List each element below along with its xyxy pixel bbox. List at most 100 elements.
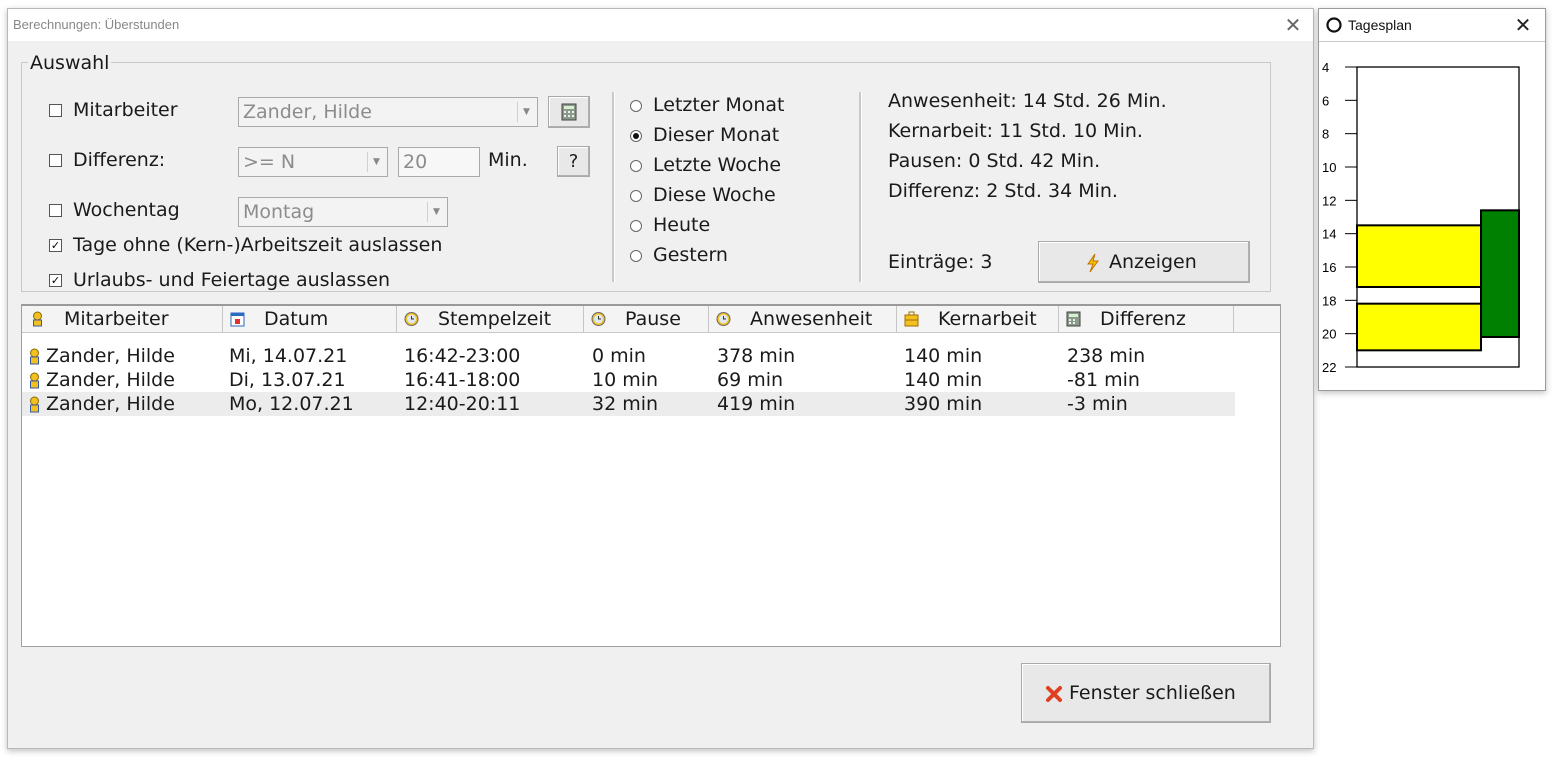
cell-datum: Mo, 12.07.21 (229, 393, 354, 415)
cell-datum: Mi, 14.07.21 (229, 345, 348, 367)
close-icon[interactable]: ✕ (1280, 12, 1306, 38)
attendance-block (1356, 224, 1482, 288)
close-window-button-label: Fenster schließen (1069, 682, 1236, 704)
radio-heute[interactable] (630, 220, 642, 232)
briefcase-icon (904, 311, 919, 327)
close-icon[interactable]: ✕ (1511, 12, 1535, 38)
column-header-label: Anwesenheit (750, 308, 873, 330)
chevron-down-icon[interactable]: ▼ (517, 102, 535, 122)
differenz-operator-value: >= N (243, 151, 296, 173)
radio-gestern[interactable] (630, 250, 642, 262)
attendance-block (1356, 302, 1482, 352)
column-header-anwesenheit[interactable]: Anwesenheit (708, 306, 897, 332)
clock-icon (716, 312, 731, 326)
column-header-stempelzeit[interactable]: Stempelzeit (396, 306, 584, 332)
hour-tick-label: 18 (1322, 293, 1336, 308)
circle-icon (1326, 17, 1342, 33)
differenz-checkbox[interactable] (49, 154, 62, 167)
calculator-icon (561, 103, 577, 121)
summary-anwesenheit: Anwesenheit: 14 Std. 26 Min. (888, 90, 1167, 112)
column-header-differenz[interactable]: Differenz (1058, 306, 1234, 332)
clock-icon (404, 312, 419, 326)
column-header-label: Mitarbeiter (64, 308, 169, 330)
radio-diese-woche[interactable] (630, 190, 642, 202)
radio-dieser-monat[interactable] (630, 130, 642, 142)
cell-mitarbeiter: Zander, Hilde (46, 345, 175, 367)
separator (859, 92, 862, 282)
calendar-icon (230, 312, 245, 327)
wochentag-label: Wochentag (73, 199, 180, 221)
cell-differenz: 238 min (1067, 345, 1146, 367)
person-icon (33, 311, 42, 327)
hour-tick-label: 16 (1322, 260, 1336, 275)
clock-icon (591, 312, 606, 326)
tagesplan-title: Tagesplan (1348, 17, 1412, 33)
chevron-down-icon[interactable]: ▼ (367, 152, 385, 172)
table-row[interactable]: Zander, Hilde Mo, 12.07.21 12:40-20:11 3… (22, 392, 1235, 416)
close-window-button[interactable]: Fenster schließen (1021, 663, 1271, 723)
tagesplan-window: Tagesplan ✕ 4 6 8 10 12 14 16 18 20 22 (1318, 8, 1546, 391)
cell-kernarbeit: 390 min (904, 393, 983, 415)
hour-tick-label: 8 (1322, 127, 1329, 142)
cell-differenz: -81 min (1067, 369, 1140, 391)
skip-holidays-checkbox[interactable]: ✓ (49, 274, 62, 287)
wochentag-select[interactable]: Montag ▼ (238, 197, 448, 227)
show-button[interactable]: Anzeigen (1038, 241, 1250, 283)
cell-kernarbeit: 140 min (904, 369, 983, 391)
radio-letzte-woche[interactable] (630, 160, 642, 172)
radio-label-heute: Heute (653, 214, 711, 236)
cell-differenz: -3 min (1067, 393, 1128, 415)
selection-group-label: Auswahl (28, 52, 112, 74)
minutes-unit-label: Min. (488, 149, 528, 171)
mitarbeiter-select[interactable]: Zander, Hilde ▼ (238, 97, 538, 127)
table-row[interactable]: Zander, Hilde Mi, 14.07.21 16:42-23:00 0… (22, 344, 1235, 368)
radio-label-gestern: Gestern (653, 244, 728, 266)
column-header-pause[interactable]: Pause (583, 306, 709, 332)
column-header-label: Stempelzeit (438, 308, 552, 330)
differenz-label: Differenz: (73, 149, 166, 171)
results-table: Mitarbeiter Datum Stempelzeit Pause Anwe… (21, 304, 1281, 647)
title-bar: Berechnungen: Überstunden ✕ (8, 9, 1313, 41)
calculator-icon (1066, 311, 1081, 327)
radio-label-letzter-monat: Letzter Monat (653, 94, 785, 116)
person-icon (30, 348, 39, 365)
calculator-button[interactable] (548, 96, 590, 128)
column-header-kernarbeit[interactable]: Kernarbeit (896, 306, 1059, 332)
red-x-icon (1046, 686, 1062, 702)
wochentag-checkbox[interactable] (49, 204, 62, 217)
radio-label-letzte-woche: Letzte Woche (653, 154, 782, 176)
separator (612, 92, 615, 282)
differenz-minutes-input[interactable]: 20 (398, 147, 480, 177)
radio-letzter-monat[interactable] (630, 100, 642, 112)
table-row[interactable]: Zander, Hilde Di, 13.07.21 16:41-18:00 1… (22, 368, 1235, 392)
hour-tick-label: 10 (1322, 160, 1336, 175)
mitarbeiter-label: Mitarbeiter (73, 99, 178, 121)
hour-tick-label: 20 (1322, 327, 1336, 342)
skip-no-work-checkbox[interactable]: ✓ (49, 239, 62, 252)
hour-tick-label: 12 (1322, 193, 1336, 208)
day-plan-chart: 4 6 8 10 12 14 16 18 20 22 (1322, 60, 1520, 375)
table-header: Mitarbeiter Datum Stempelzeit Pause Anwe… (22, 306, 1280, 333)
mitarbeiter-select-value: Zander, Hilde (243, 101, 372, 123)
differenz-minutes-value: 20 (403, 151, 428, 173)
cell-pause: 10 min (592, 369, 659, 391)
window-title: Berechnungen: Überstunden (13, 17, 180, 32)
column-header-label: Kernarbeit (938, 308, 1037, 330)
column-header-mitarbeiter[interactable]: Mitarbeiter (22, 306, 223, 332)
differenz-operator-select[interactable]: >= N ▼ (238, 147, 388, 177)
cell-mitarbeiter: Zander, Hilde (46, 393, 175, 415)
person-icon (30, 372, 39, 389)
help-button[interactable]: ? (557, 146, 590, 177)
radio-label-diese-woche: Diese Woche (653, 184, 776, 206)
show-button-label: Anzeigen (1109, 251, 1197, 273)
cell-mitarbeiter: Zander, Hilde (46, 369, 175, 391)
cell-pause: 0 min (592, 345, 646, 367)
cell-stempelzeit: 12:40-20:11 (404, 393, 521, 415)
summary-kernarbeit: Kernarbeit: 11 Std. 10 Min. (888, 120, 1143, 142)
chevron-down-icon[interactable]: ▼ (427, 202, 445, 222)
mitarbeiter-checkbox[interactable] (49, 104, 62, 117)
column-header-label: Differenz (1100, 308, 1186, 330)
column-header-datum[interactable]: Datum (222, 306, 397, 332)
cell-anwesenheit: 419 min (717, 393, 796, 415)
hour-tick-label: 14 (1322, 227, 1336, 242)
